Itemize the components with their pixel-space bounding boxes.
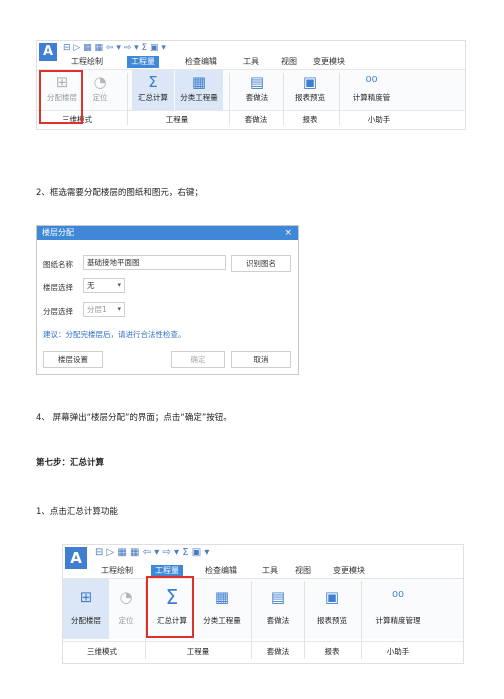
group-divider (283, 73, 284, 125)
tab-check-edit[interactable]: 检查编辑 (181, 56, 221, 68)
precision-icon: ⁰⁰ (365, 73, 378, 91)
set-method-button[interactable]: ▤ 套做法 (257, 579, 299, 639)
step-2-text: 2、框选需要分配楼层的图纸和图元，右键； (36, 188, 203, 198)
table-icon: ▦ (214, 588, 230, 606)
precision-button[interactable]: ⁰⁰ 计算精度管理 (367, 579, 429, 639)
ribbon-header: A ⊟ ▷ ▦ ▦ ⇦ ▾ ⇨ ▾ Σ ▣ ▾ 工程绘制 工程量 检查编辑 工具… (63, 545, 463, 577)
dialog-title-bar: 楼层分配 × (37, 226, 298, 240)
ribbon-buttons: ⊞ 分配楼层 ◔ 定位 Σ 汇总计算 ▦ 分类工程量 ▤ 套做法 ▣ 报表预览 … (63, 578, 463, 639)
method-icon: ▤ (270, 588, 286, 606)
report-icon: ▣ (302, 73, 318, 91)
group-helper: 小助手 (367, 115, 391, 124)
tab-view[interactable]: 视图 (277, 56, 301, 68)
category-qty-label: 分类工程量 (203, 616, 241, 625)
floor-assign-label: 分配楼层 (71, 616, 101, 625)
tab-change-module[interactable]: 变更模块 (309, 56, 349, 68)
ribbon-toolbar-1: A ⊟ ▷ ▦ ▦ ⇦ ▾ ⇨ ▾ Σ ▣ ▾ 工程绘制 工程量 检查编辑 工具… (36, 40, 466, 130)
group-divider (251, 581, 252, 659)
category-qty-button[interactable]: ▦ 分类工程量 (197, 579, 247, 639)
ribbon-buttons: ⊞ 分配楼层 ◔ 定位 Σ 汇总计算 ▦ 分类工程量 ▤ 套做法 ▣ 报表预览 … (37, 69, 465, 110)
close-icon[interactable]: × (284, 226, 292, 240)
locate-icon: ◔ (119, 588, 133, 606)
category-qty-label: 分类工程量 (180, 93, 218, 102)
report-preview-label: 报表预览 (317, 616, 347, 625)
floor-settings-button[interactable]: 楼层设置 (43, 351, 103, 368)
ok-button[interactable]: 确定 (171, 351, 225, 368)
step-7-1-text: 1、点击汇总计算功能 (36, 507, 118, 517)
precision-button[interactable]: ⁰⁰ 计算精度管 (344, 70, 399, 110)
drawing-name-label: 图纸名称 (43, 260, 73, 269)
dialog-hint: 建议：分配完楼层后，请进行合法性检查。 (43, 330, 186, 339)
set-method-label: 套做法 (245, 93, 269, 102)
ribbon-groups: 三维模式 工程量 套做法 报表 小助手 (37, 110, 465, 129)
floor-select-label: 楼层选择 (43, 283, 73, 292)
identify-name-button[interactable]: 识别图名 (231, 255, 291, 272)
summary-calc-button[interactable]: Σ 汇总计算 (132, 70, 174, 110)
quick-access-toolbar[interactable]: ⊟ ▷ ▦ ▦ ⇦ ▾ ⇨ ▾ Σ ▣ ▾ (63, 43, 166, 53)
tab-check-edit[interactable]: 检查编辑 (201, 565, 241, 577)
quick-access-toolbar[interactable]: ⊟ ▷ ▦ ▦ ⇦ ▾ ⇨ ▾ Σ ▣ ▾ (95, 547, 209, 558)
app-logo[interactable]: A (39, 43, 57, 61)
set-method-label: 套做法 (266, 616, 290, 625)
summary-calc-label: 汇总计算 (138, 93, 168, 102)
sigma-icon: Σ (148, 73, 158, 91)
group-divider (361, 581, 362, 659)
group-divider (339, 73, 340, 125)
locate-icon: ◔ (93, 73, 107, 91)
report-preview-label: 报表预览 (295, 93, 325, 102)
locate-label: 定位 (118, 616, 134, 625)
cancel-button[interactable]: 取消 (231, 351, 291, 368)
precision-icon: ⁰⁰ (391, 588, 405, 606)
group-quantity: 工程量 (186, 647, 210, 656)
table-icon: ▦ (191, 73, 207, 91)
tab-tools[interactable]: 工具 (258, 565, 282, 577)
ribbon-tabs: 工程绘制 工程量 检查编辑 工具 视图 变更模块 (63, 56, 465, 68)
category-qty-button[interactable]: ▦ 分类工程量 (175, 70, 223, 110)
tab-view[interactable]: 视图 (291, 565, 315, 577)
group-divider (229, 73, 230, 125)
dialog-title: 楼层分配 (42, 228, 74, 237)
tab-draw[interactable]: 工程绘制 (97, 565, 137, 577)
ribbon-groups: 三维模式 工程量 套做法 报表 小助手 (63, 641, 463, 662)
group-report: 报表 (324, 647, 340, 656)
report-icon: ▣ (324, 588, 340, 606)
drawing-name-field[interactable]: 基础接地平面图 (83, 255, 226, 270)
step-7-heading: 第七步：汇总计算 (36, 458, 105, 468)
group-helper: 小助手 (386, 647, 410, 656)
highlight-box (146, 576, 194, 638)
report-preview-button[interactable]: ▣ 报表预览 (288, 70, 332, 110)
layer-select-label: 分层选择 (43, 307, 73, 316)
highlight-box (39, 70, 83, 124)
tab-quantity[interactable]: 工程量 (127, 56, 159, 68)
floor-assign-dialog: 楼层分配 × 图纸名称 基础接地平面图 识别图名 楼层选择 无 分层选择 分层1… (36, 225, 299, 375)
ribbon-header: A ⊟ ▷ ▦ ▦ ⇦ ▾ ⇨ ▾ Σ ▣ ▾ 工程绘制 工程量 检查编辑 工具… (37, 41, 465, 69)
layer-select-dropdown[interactable]: 分层1 (83, 302, 125, 317)
group-method: 套做法 (244, 115, 268, 124)
locate-button[interactable]: ◔ 定位 (85, 70, 115, 110)
floor-assign-icon: ⊞ (79, 588, 93, 606)
locate-button[interactable]: ◔ 定位 (111, 579, 141, 639)
group-divider (304, 581, 305, 659)
app-logo[interactable]: A (65, 547, 87, 569)
floor-assign-button[interactable]: ⊞ 分配楼层 (63, 579, 109, 639)
group-3d-mode: 三维模式 (87, 647, 117, 656)
floor-select-dropdown[interactable]: 无 (83, 278, 125, 293)
tab-draw[interactable]: 工程绘制 (67, 56, 107, 68)
group-divider (127, 73, 128, 125)
precision-label: 计算精度管理 (375, 616, 421, 625)
group-report: 报表 (302, 115, 318, 124)
tab-tools[interactable]: 工具 (239, 56, 263, 68)
group-quantity: 工程量 (165, 115, 189, 124)
precision-label: 计算精度管 (352, 93, 391, 102)
set-method-button[interactable]: ▤ 套做法 (237, 70, 277, 110)
tab-change-module[interactable]: 变更模块 (329, 565, 369, 577)
locate-label: 定位 (92, 93, 108, 102)
step-4-text: 4、 屏幕弹出“楼层分配”的界面；点击“确定”按钮。 (36, 413, 232, 423)
report-preview-button[interactable]: ▣ 报表预览 (309, 579, 355, 639)
method-icon: ▤ (249, 73, 265, 91)
group-method: 套做法 (266, 647, 290, 656)
ribbon-toolbar-2: A ⊟ ▷ ▦ ▦ ⇦ ▾ ⇨ ▾ Σ ▣ ▾ 工程绘制 工程量 检查编辑 工具… (62, 544, 464, 664)
